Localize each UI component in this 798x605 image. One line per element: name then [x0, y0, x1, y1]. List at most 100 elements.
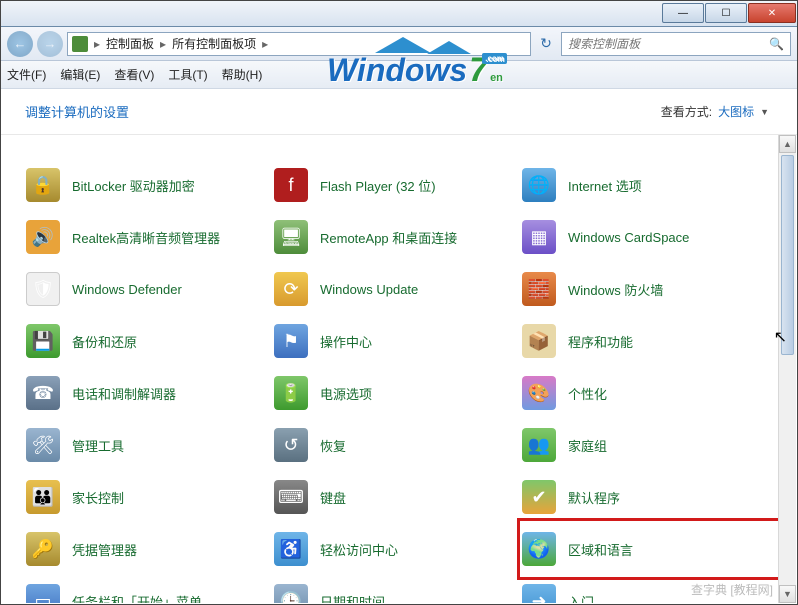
item-remoteapp[interactable]: 🖥RemoteApp 和桌面连接	[274, 211, 522, 263]
item-label: Flash Player (32 位)	[320, 176, 436, 195]
item-label: 管理工具	[72, 436, 124, 455]
breadcrumb[interactable]: ▸ 控制面板 ▸ 所有控制面板项 ▸	[67, 32, 531, 56]
item-label: 电源选项	[320, 384, 372, 403]
getting-started-icon: ➜	[522, 584, 556, 603]
item-label: 家庭组	[568, 436, 607, 455]
menu-view[interactable]: 查看(V)	[114, 66, 154, 83]
minimize-button[interactable]: —	[662, 3, 704, 23]
credential-manager-icon: 🔑	[26, 532, 60, 566]
item-label: 轻松访问中心	[320, 540, 398, 559]
breadcrumb-separator: ▸	[156, 37, 170, 51]
item-bitlocker[interactable]: 🔒 BitLocker 驱动器加密	[26, 159, 274, 211]
menu-bar: 文件(F) 编辑(E) 查看(V) 工具(T) 帮助(H)	[1, 61, 797, 89]
chevron-down-icon[interactable]: ▼	[760, 107, 769, 117]
item-label: 键盘	[320, 488, 346, 507]
region-language-icon: 🌍	[522, 532, 556, 566]
bitlocker-icon: 🔒	[26, 168, 60, 202]
admin-tools-icon: 🛠	[26, 428, 60, 462]
item-windows-update[interactable]: ⟳ Windows Update	[274, 263, 522, 315]
item-homegroup[interactable]: 👥 家庭组	[522, 419, 770, 471]
item-action-center[interactable]: ⚑操作中心	[274, 315, 522, 367]
back-button[interactable]: ←	[7, 31, 33, 57]
item-default-programs[interactable]: ✔默认程序	[522, 471, 770, 523]
vertical-scrollbar[interactable]: ▲ ▼	[778, 135, 796, 603]
programs-features-icon: 📦	[522, 324, 556, 358]
power-options-icon: 🔋	[274, 376, 308, 410]
item-label: BitLocker 驱动器加密	[72, 176, 195, 195]
title-bar: — ☐ ✕	[1, 1, 797, 27]
breadcrumb-separator: ▸	[90, 37, 104, 51]
item-power-options[interactable]: 🔋 电源选项	[274, 367, 522, 419]
item-label: 个性化	[568, 384, 607, 403]
refresh-button[interactable]: ↻	[535, 33, 557, 55]
homegroup-icon: 👥	[522, 428, 556, 462]
item-keyboard[interactable]: ⌨ 键盘	[274, 471, 522, 523]
control-panel-icon	[72, 36, 88, 52]
taskbar-start-icon: ▭	[26, 584, 60, 603]
item-realtek-audio[interactable]: 🔊Realtek高清晰音频管理器	[26, 211, 274, 263]
defender-icon: 🛡	[26, 272, 60, 306]
breadcrumb-seg-2[interactable]: 所有控制面板项	[172, 35, 256, 52]
item-cardspace[interactable]: ▦Windows CardSpace	[522, 211, 770, 263]
close-button[interactable]: ✕	[748, 3, 796, 23]
item-label: 恢复	[320, 436, 346, 455]
internet-options-icon: 🌐	[522, 168, 556, 202]
item-defender[interactable]: 🛡 Windows Defender	[26, 263, 274, 315]
date-time-icon: 🕒	[274, 584, 308, 603]
menu-tools[interactable]: 工具(T)	[168, 66, 207, 83]
item-backup-restore[interactable]: 💾备份和还原	[26, 315, 274, 367]
menu-edit[interactable]: 编辑(E)	[60, 66, 100, 83]
item-phone-modem[interactable]: ☎电话和调制解调器	[26, 367, 274, 419]
maximize-button[interactable]: ☐	[705, 3, 747, 23]
search-input[interactable]	[568, 37, 758, 51]
item-flash-player[interactable]: f Flash Player (32 位)	[274, 159, 522, 211]
navigation-bar: ← → ▸ 控制面板 ▸ 所有控制面板项 ▸ ↻ 🔍	[1, 27, 797, 61]
item-label: 程序和功能	[568, 332, 633, 351]
breadcrumb-separator: ▸	[258, 37, 272, 51]
item-region-language[interactable]: 🌍 区域和语言	[517, 518, 781, 580]
item-label: Internet 选项	[568, 176, 642, 195]
parental-controls-icon: 👪	[26, 480, 60, 514]
menu-help[interactable]: 帮助(H)	[222, 66, 263, 83]
scroll-thumb[interactable]	[781, 155, 794, 355]
search-box[interactable]: 🔍	[561, 32, 791, 56]
heading-bar: 调整计算机的设置 查看方式: 大图标 ▼	[1, 89, 797, 135]
item-taskbar-start[interactable]: ▭任务栏和「开始」菜单	[26, 575, 274, 603]
item-label: 日期和时间	[320, 592, 385, 604]
remoteapp-icon: 🖥	[274, 220, 308, 254]
item-credential-manager[interactable]: 🔑 凭据管理器	[26, 523, 274, 575]
recovery-icon: ↺	[274, 428, 308, 462]
ease-of-access-icon: ♿	[274, 532, 308, 566]
item-getting-started[interactable]: ➜ 入门	[522, 575, 770, 603]
item-label: Windows Update	[320, 282, 418, 297]
item-personalization[interactable]: 🎨 个性化	[522, 367, 770, 419]
item-recovery[interactable]: ↺ 恢复	[274, 419, 522, 471]
forward-button[interactable]: →	[37, 31, 63, 57]
flash-player-icon: f	[274, 168, 308, 202]
search-icon: 🔍	[769, 37, 784, 51]
item-label: Windows Defender	[72, 282, 182, 297]
item-ease-of-access[interactable]: ♿ 轻松访问中心	[274, 523, 522, 575]
item-label: Windows 防火墙	[568, 280, 663, 299]
item-programs-features[interactable]: 📦 程序和功能	[522, 315, 770, 367]
item-label: 区域和语言	[568, 540, 633, 559]
item-admin-tools[interactable]: 🛠 管理工具	[26, 419, 274, 471]
item-internet-options[interactable]: 🌐 Internet 选项	[522, 159, 770, 211]
breadcrumb-seg-1[interactable]: 控制面板	[106, 35, 154, 52]
scroll-up-button[interactable]: ▲	[779, 135, 796, 153]
view-mode-value[interactable]: 大图标	[718, 103, 754, 120]
item-parental-controls[interactable]: 👪家长控制	[26, 471, 274, 523]
item-label: 凭据管理器	[72, 540, 137, 559]
item-label: Windows CardSpace	[568, 230, 689, 245]
item-label: 默认程序	[568, 488, 620, 507]
keyboard-icon: ⌨	[274, 480, 308, 514]
phone-modem-icon: ☎	[26, 376, 60, 410]
menu-file[interactable]: 文件(F)	[7, 66, 46, 83]
item-firewall[interactable]: 🧱Windows 防火墙	[522, 263, 770, 315]
item-label: 入门	[568, 592, 594, 604]
scroll-down-button[interactable]: ▼	[779, 585, 796, 603]
action-center-icon: ⚑	[274, 324, 308, 358]
item-date-time[interactable]: 🕒 日期和时间	[274, 575, 522, 603]
personalization-icon: 🎨	[522, 376, 556, 410]
windows-update-icon: ⟳	[274, 272, 308, 306]
